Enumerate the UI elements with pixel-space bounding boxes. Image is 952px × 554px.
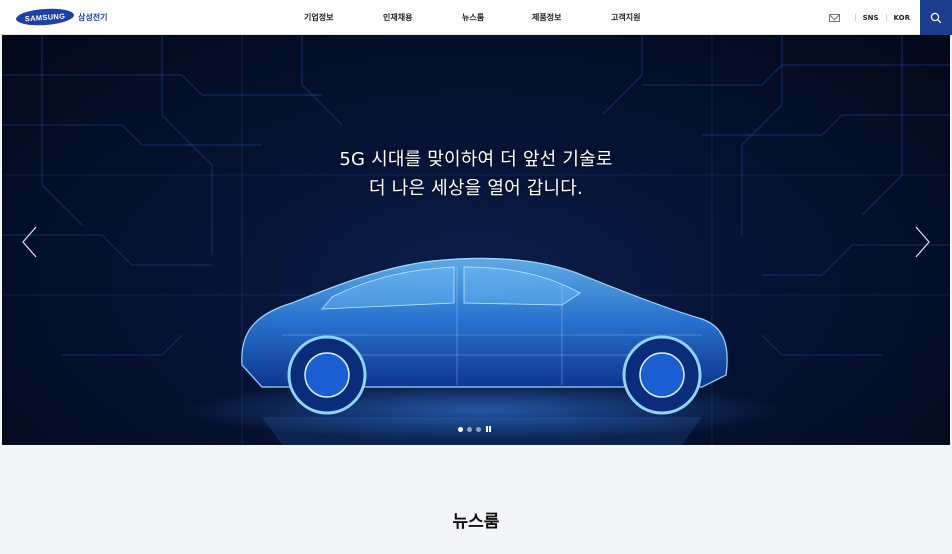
divider [854,14,856,21]
next-slide-button[interactable] [912,225,932,259]
pause-icon[interactable] [486,426,492,432]
nav-products[interactable]: 제품정보 [532,12,561,23]
chevron-left-icon [22,226,37,258]
language-select[interactable]: KOR [894,14,910,22]
nav-company-info[interactable]: 기업정보 [304,12,333,23]
carousel-pagination [458,426,492,432]
search-icon [930,12,942,23]
nav-support[interactable]: 고객지원 [611,12,640,23]
nav-careers[interactable]: 인재채용 [383,12,412,23]
nav-newsroom[interactable]: 뉴스룸 [462,12,484,23]
newsroom-section-title: 뉴스룸 [452,512,500,532]
hero-image [2,35,950,445]
prev-slide-button[interactable] [20,225,40,259]
divider [885,14,887,21]
carousel-dot-3[interactable] [476,426,481,432]
chevron-right-icon [915,226,930,258]
hero-headline-line2: 더 나은 세상을 열어 갑니다. [369,178,583,199]
mail-icon[interactable] [828,13,840,22]
search-button[interactable] [920,0,952,35]
carousel-dot-2[interactable] [467,426,472,432]
site-header: SAMSUNG 삼성전기 기업정보 인재채용 뉴스룸 제품정보 고객지원 SNS… [0,0,952,35]
hero-carousel: 5G 시대를 맞이하여 더 앞선 기술로 더 나은 세상을 열어 갑니다. [2,35,950,445]
main-nav: 기업정보 인재채용 뉴스룸 제품정보 고객지원 [0,0,952,35]
sns-link[interactable]: SNS [863,14,879,22]
utility-menu: SNS KOR [828,0,920,35]
hero-headline-line1: 5G 시대를 맞이하여 더 앞선 기술로 [339,149,613,170]
carousel-dot-1[interactable] [458,426,463,432]
